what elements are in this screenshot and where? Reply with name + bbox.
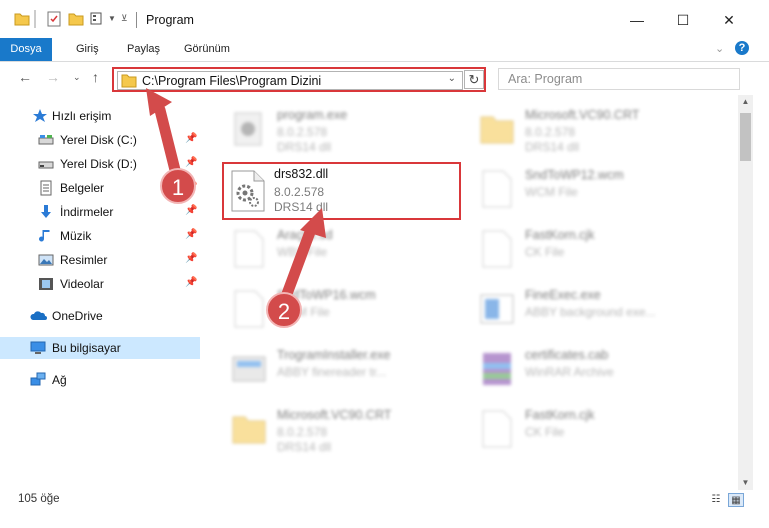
- sidebar-item-pictures[interactable]: Resimler 📌: [0, 249, 200, 271]
- scroll-down-icon[interactable]: ▼: [738, 476, 753, 490]
- navigation-pane: Hızlı erişim Yerel Disk (C:) 📌 Yerel Dis…: [0, 100, 205, 490]
- folder-icon: [121, 73, 137, 91]
- title-divider: [136, 12, 137, 28]
- documents-icon: [38, 180, 54, 196]
- pin-icon[interactable]: 📌: [185, 157, 197, 168]
- scroll-thumb[interactable]: [740, 113, 751, 161]
- app-icon: [477, 289, 517, 335]
- installer-icon: [229, 349, 269, 395]
- tab-dosya[interactable]: Dosya: [0, 38, 52, 61]
- sidebar-item-downloads[interactable]: İndirmeler 📌: [0, 201, 200, 223]
- drive-icon: [38, 132, 54, 148]
- ribbon-tabs: Dosya Giriş Paylaş Görünüm ⌄ ?: [0, 38, 769, 62]
- file-icon: [229, 289, 269, 335]
- close-button[interactable]: ✕: [706, 6, 752, 34]
- callout-badge-2: 2: [266, 292, 302, 328]
- file-icon: [229, 229, 269, 275]
- file-item[interactable]: Araçlar.sd WBS File: [229, 225, 474, 277]
- pin-icon[interactable]: 📌: [185, 277, 197, 288]
- item-count: 105 öğe: [18, 493, 60, 505]
- file-item[interactable]: TrogramInstaller.exe ABBY finereader tr.…: [229, 345, 474, 397]
- file-item[interactable]: certificates.cab WinRAR Archive: [477, 345, 722, 397]
- address-bar-highlight: C:\Program Files\Program Dizini ⌄ ↻: [112, 67, 486, 92]
- sidebar-item-this-pc[interactable]: Bu bilgisayar: [0, 337, 200, 359]
- ribbon-expand-icon[interactable]: ⌄: [715, 42, 724, 55]
- folder-icon: [477, 109, 517, 155]
- archive-icon: [477, 349, 517, 395]
- view-options-icon[interactable]: [90, 11, 106, 27]
- new-folder-icon[interactable]: [68, 11, 84, 27]
- file-icon: [477, 169, 517, 215]
- chevron-down-icon[interactable]: ⌄: [448, 73, 456, 84]
- star-icon: [32, 108, 48, 124]
- pin-icon[interactable]: 📌: [185, 133, 197, 144]
- file-item[interactable]: Microsoft.VC90.CRT 8.0.2.578 DRS14 dll: [477, 105, 722, 157]
- file-item[interactable]: program.exe 8.0.2.578 DRS14 dll: [229, 105, 474, 157]
- file-icon: [477, 409, 517, 455]
- up-arrow-icon[interactable]: ↑: [92, 69, 99, 85]
- file-item[interactable]: FineExec.exe ABBY background exe...: [477, 285, 722, 337]
- properties-icon[interactable]: [46, 11, 62, 27]
- dll-gear-icon: [230, 169, 270, 213]
- back-arrow-icon[interactable]: ←: [18, 69, 32, 85]
- sidebar-item-onedrive[interactable]: OneDrive: [0, 305, 200, 327]
- help-icon[interactable]: ?: [735, 41, 749, 55]
- file-item[interactable]: FastKorn.cjk CK File: [477, 225, 722, 277]
- address-bar[interactable]: C:\Program Files\Program Dizini ⌄: [117, 71, 463, 90]
- file-item[interactable]: Microsoft.VC90.CRT 8.0.2.578 DRS14 dll: [229, 405, 474, 457]
- file-icon: [477, 229, 517, 275]
- scroll-up-icon[interactable]: ▲: [738, 95, 753, 109]
- sidebar-item-network[interactable]: Ağ: [0, 369, 200, 391]
- pin-icon[interactable]: 📌: [185, 205, 197, 216]
- pin-icon[interactable]: 📌: [185, 253, 197, 264]
- address-path[interactable]: C:\Program Files\Program Dizini: [142, 74, 321, 88]
- highlighted-file[interactable]: drs832.dll 8.0.2.578 DRS14 dll: [222, 162, 461, 220]
- status-bar: 105 öğe ☷ ▦: [0, 490, 769, 528]
- window-title: Program: [146, 13, 194, 27]
- divider: [34, 10, 36, 28]
- folder-icon: [229, 409, 269, 455]
- details-view-icon[interactable]: ☷: [708, 493, 724, 507]
- large-icons-view-icon[interactable]: ▦: [728, 493, 744, 507]
- pictures-icon: [38, 252, 54, 268]
- sidebar-item-quick-access[interactable]: Hızlı erişim: [0, 105, 200, 127]
- maximize-button[interactable]: ☐: [660, 6, 706, 34]
- search-input[interactable]: Ara: Program: [498, 68, 740, 90]
- network-icon: [30, 372, 46, 388]
- minimize-button[interactable]: —: [614, 6, 660, 34]
- folder-icon: [14, 11, 30, 27]
- download-icon: [38, 204, 54, 220]
- tab-giris[interactable]: Giriş: [76, 38, 99, 61]
- computer-icon: [30, 340, 46, 356]
- file-name: drs832.dll: [274, 167, 329, 181]
- file-item[interactable]: SndToWP12.wcm WCM File: [477, 165, 722, 217]
- recent-locations-icon[interactable]: ⌄: [73, 72, 81, 83]
- pin-icon[interactable]: 📌: [185, 229, 197, 240]
- sidebar-item-videos[interactable]: Videolar 📌: [0, 273, 200, 295]
- search-placeholder: Ara: Program: [508, 72, 583, 86]
- file-description: DRS14 dll: [274, 200, 329, 214]
- sidebar-item-local-disk-c[interactable]: Yerel Disk (C:) 📌: [0, 129, 200, 151]
- refresh-icon[interactable]: ↻: [464, 70, 484, 89]
- navigation-bar: ← → ⌄ ↑ C:\Program Files\Program Dizini …: [0, 63, 769, 93]
- cloud-icon: [30, 308, 47, 324]
- music-icon: [38, 228, 54, 244]
- exe-file-icon: [229, 109, 269, 155]
- customize-toolbar-icon[interactable]: ⊻: [121, 13, 137, 29]
- tab-gorunum[interactable]: Görünüm: [184, 38, 230, 61]
- forward-arrow-icon[interactable]: →: [46, 69, 60, 85]
- vertical-scrollbar[interactable]: ▲ ▼: [738, 95, 753, 490]
- tab-paylas[interactable]: Paylaş: [127, 38, 160, 61]
- callout-badge-1: 1: [160, 168, 196, 204]
- drive-icon: [38, 156, 54, 172]
- sidebar-item-music[interactable]: Müzik 📌: [0, 225, 200, 247]
- file-version: 8.0.2.578: [274, 185, 325, 199]
- file-item[interactable]: FastKorn.cjk CK File: [477, 405, 722, 457]
- videos-icon: [38, 276, 54, 292]
- title-bar: ▼ ⊻ Program — ☐ ✕: [0, 0, 769, 40]
